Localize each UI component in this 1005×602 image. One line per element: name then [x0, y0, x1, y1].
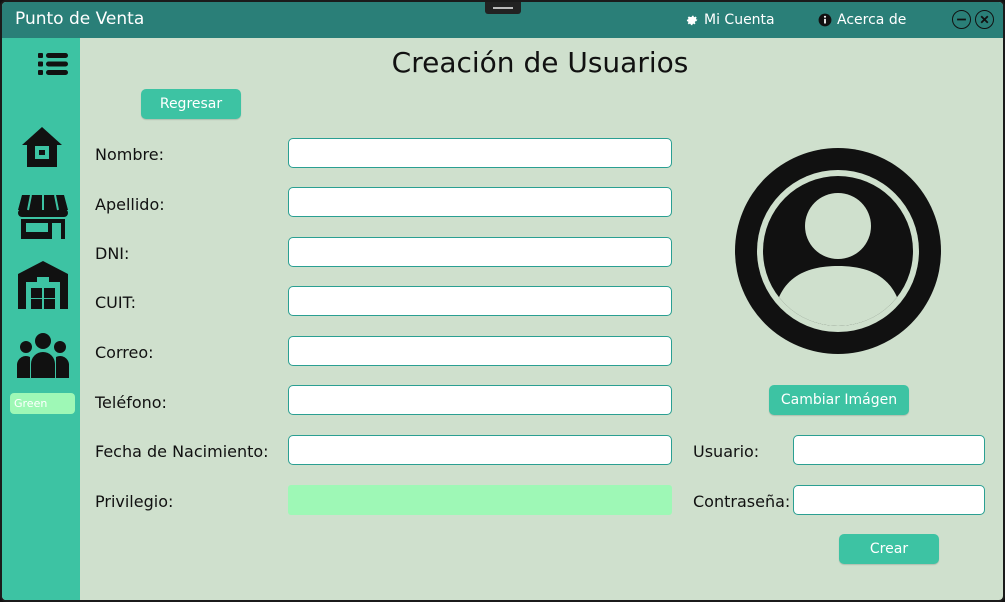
cuit-label: CUIT:	[95, 293, 137, 312]
minus-icon	[957, 18, 966, 21]
info-icon	[818, 13, 832, 27]
name-field[interactable]	[288, 138, 672, 168]
surname-label: Apellido:	[95, 195, 165, 214]
phone-label: Teléfono:	[95, 393, 167, 412]
page-title: Creación de Usuarios	[391, 46, 689, 79]
about-label: Acerca de	[837, 12, 907, 28]
app-window: Punto de Venta Mi Cuenta Acerca de Green…	[0, 0, 1005, 602]
username-label: Usuario:	[693, 442, 760, 461]
cuit-field[interactable]	[288, 286, 672, 316]
password-field[interactable]	[793, 485, 985, 515]
home-icon[interactable]	[19, 124, 65, 170]
dni-field[interactable]	[288, 237, 672, 267]
menu-icon[interactable]	[38, 52, 68, 76]
store-icon[interactable]	[17, 192, 69, 240]
surname-field[interactable]	[288, 187, 672, 217]
email-field[interactable]	[288, 336, 672, 366]
gear-icon	[686, 15, 698, 26]
password-label: Contraseña:	[693, 492, 791, 511]
name-label: Nombre:	[95, 145, 164, 164]
dni-label: DNI:	[95, 244, 130, 263]
title-bar[interactable]: Punto de Venta Mi Cuenta Acerca de	[2, 2, 1003, 38]
user-avatar-icon	[735, 148, 941, 354]
my-account-label: Mi Cuenta	[704, 12, 775, 28]
users-icon[interactable]	[16, 332, 70, 378]
minimize-button[interactable]	[952, 10, 971, 29]
phone-field[interactable]	[288, 385, 672, 415]
privilege-label: Privilegio:	[95, 492, 174, 511]
birthdate-field[interactable]	[288, 435, 672, 465]
drag-handle[interactable]	[485, 2, 521, 14]
about-link[interactable]: Acerca de	[818, 12, 906, 28]
back-button[interactable]: Regresar	[141, 89, 241, 119]
privilege-dropdown[interactable]	[288, 485, 672, 515]
create-button[interactable]: Crear	[839, 534, 939, 564]
email-label: Correo:	[95, 343, 154, 362]
theme-selector[interactable]: Green	[10, 393, 75, 414]
app-title: Punto de Venta	[15, 9, 145, 29]
warehouse-icon[interactable]	[17, 260, 69, 310]
username-field[interactable]	[793, 435, 985, 465]
close-icon	[980, 15, 989, 24]
sidebar: Green	[2, 38, 80, 600]
birthdate-label: Fecha de Nacimiento:	[95, 442, 269, 461]
close-button[interactable]	[975, 10, 994, 29]
my-account-link[interactable]: Mi Cuenta	[685, 12, 775, 28]
change-image-button[interactable]: Cambiar Imágen	[769, 385, 909, 415]
